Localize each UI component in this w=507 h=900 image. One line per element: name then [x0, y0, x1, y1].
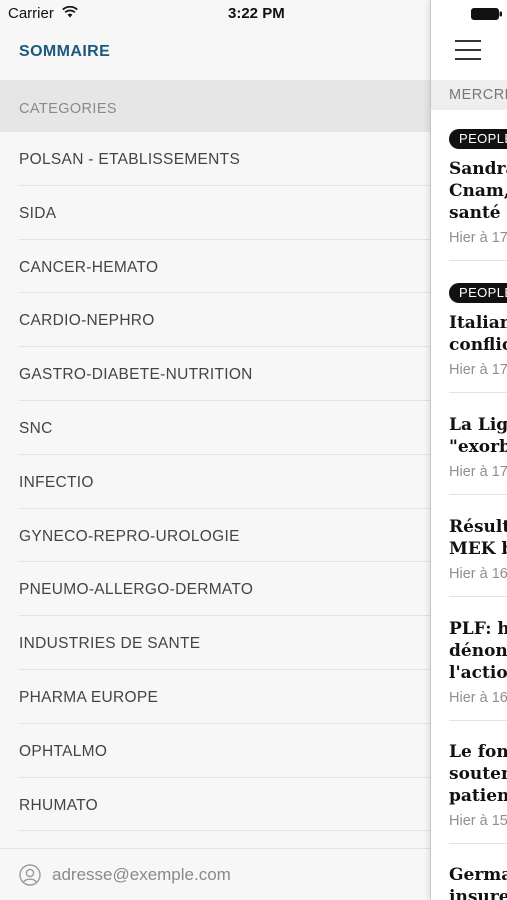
menu-title: SOMMAIRE	[19, 43, 111, 60]
category-item[interactable]: PNEUMO-ALLERGO-DERMATO	[0, 562, 430, 617]
battery-icon	[471, 8, 502, 20]
category-item[interactable]: CANCER-HEMATO	[0, 240, 430, 294]
category-item[interactable]: SNC	[0, 401, 430, 455]
article-divider	[449, 260, 507, 261]
article-divider	[449, 843, 507, 844]
side-menu: Carrier 3:22 PM SOMMAIRE CATEGORIES POLS…	[0, 0, 431, 900]
category-label: SNC	[19, 419, 53, 437]
article-title: Germa insure:	[449, 865, 507, 900]
category-item[interactable]: OPHTALMO	[0, 724, 430, 778]
category-list: POLSAN - ETABLISSEMENTS SIDA CANCER-HEMATO…	[0, 132, 430, 832]
article-divider	[449, 720, 507, 721]
article-time: Hier à 17	[449, 230, 507, 246]
status-time: 3:22 PM	[228, 5, 285, 22]
article-title: PLF: hu dénonc l'action	[449, 619, 507, 683]
account-email: adresse@exemple.com	[52, 865, 231, 884]
category-item[interactable]: INFECTIO	[0, 455, 430, 509]
category-label: CARDIO-NEPHRO	[19, 312, 155, 330]
article-title: Le fond souten patient	[449, 742, 507, 806]
category-badge: PEOPLE	[449, 283, 507, 303]
category-label: PHARMA EUROPE	[19, 688, 159, 706]
category-label: POLSAN - ETABLISSEMENTS	[19, 151, 241, 168]
category-label: RHUMATO	[19, 796, 99, 814]
article-time: Hier à 16	[449, 566, 507, 582]
category-item[interactable]: PHARMA EUROPE	[0, 670, 430, 724]
category-label: CANCER-HEMATO	[19, 258, 159, 276]
category-label: SIDA	[19, 204, 57, 222]
news-feed: MERCRE PEOPLE Sandra Cnam, santé Hier à 17…	[431, 0, 507, 900]
article-time: Hier à 17	[449, 464, 507, 480]
category-item[interactable]: GASTRO-DIABETE-NUTRITION	[0, 347, 430, 401]
category-item[interactable]: SIDA	[0, 186, 430, 240]
article-title: Italian conflic	[449, 313, 507, 355]
category-badge: PEOPLE	[449, 129, 507, 149]
category-label: INFECTIO	[19, 473, 94, 491]
category-label: INDUSTRIES DE SANTE	[19, 635, 201, 653]
account-row[interactable]: adresse@exemple.com	[0, 848, 430, 900]
category-label: GASTRO-DIABETE-NUTRITION	[19, 366, 253, 384]
user-icon	[19, 864, 41, 886]
article-time: Hier à 16	[449, 690, 507, 706]
hamburger-menu-icon[interactable]	[455, 40, 481, 67]
carrier-label: Carrier	[8, 5, 54, 22]
article-divider	[449, 596, 507, 597]
category-item[interactable]: POLSAN - ETABLISSEMENTS	[0, 132, 430, 186]
article-time: Hier à 15	[449, 813, 507, 829]
category-item[interactable]: RHUMATO	[0, 778, 430, 832]
date-header-label: MERCRE	[449, 87, 507, 103]
article-time: Hier à 17	[449, 362, 507, 378]
article-title: Résulta MEK ba	[449, 517, 507, 559]
category-item[interactable]: GYNECO-REPRO-UROLOGIE	[0, 509, 430, 563]
article-title: Sandra Cnam, santé	[449, 159, 507, 223]
status-bar: Carrier 3:22 PM	[0, 0, 431, 28]
categories-header: CATEGORIES	[0, 80, 430, 132]
article-divider	[449, 392, 507, 393]
category-divider	[19, 830, 430, 832]
category-label: OPHTALMO	[19, 742, 108, 760]
categories-header-label: CATEGORIES	[19, 101, 117, 117]
category-item[interactable]: INDUSTRIES DE SANTE	[0, 616, 430, 670]
category-label: PNEUMO-ALLERGO-DERMATO	[19, 581, 254, 599]
category-item[interactable]: CARDIO-NEPHRO	[0, 293, 430, 348]
article-divider	[449, 494, 507, 495]
date-header: MERCRE	[431, 80, 507, 110]
category-label: GYNECO-REPRO-UROLOGIE	[19, 527, 240, 545]
wifi-icon	[62, 6, 78, 18]
article-title: La Ligu "exorbi	[449, 415, 507, 457]
